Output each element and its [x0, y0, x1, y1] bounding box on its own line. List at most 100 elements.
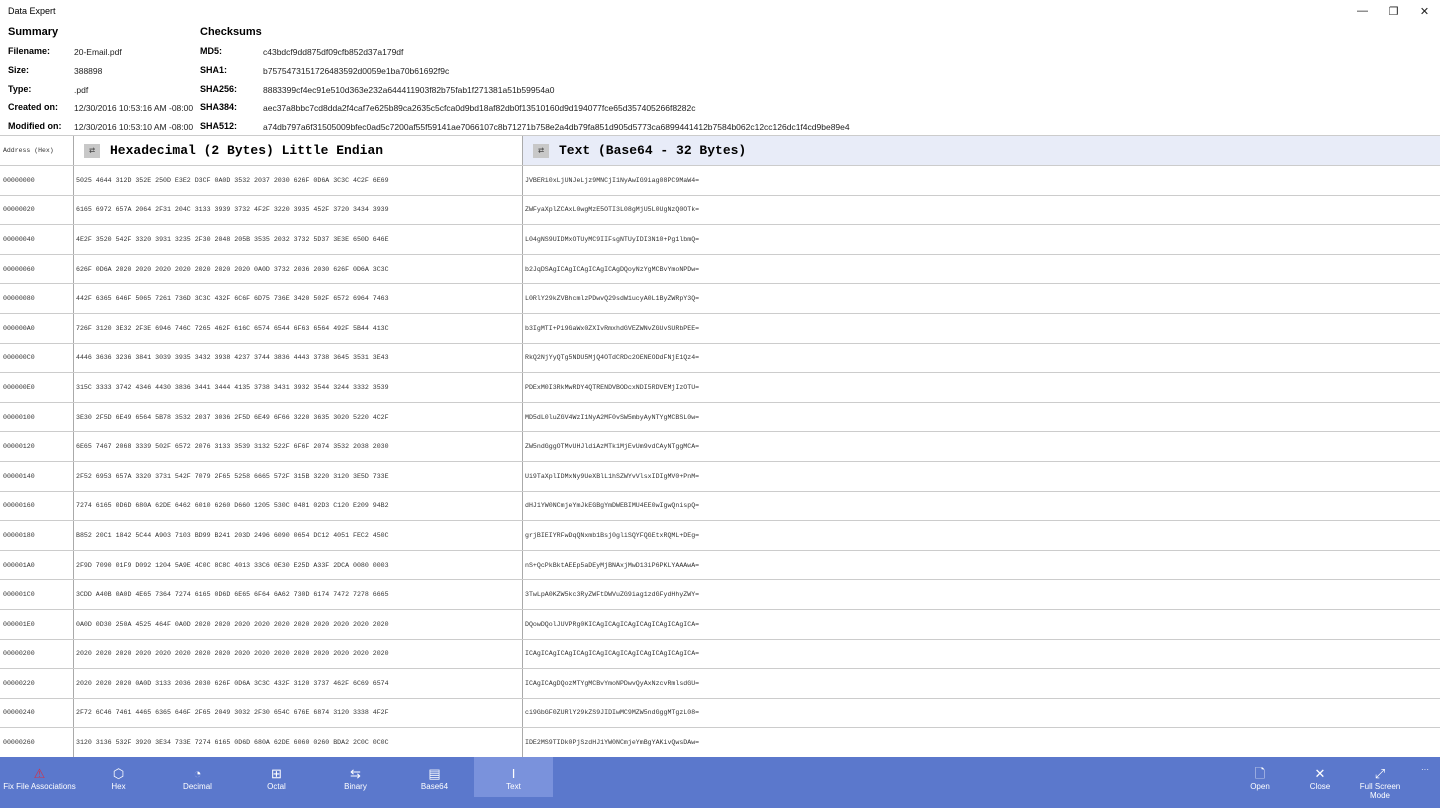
text-cell[interactable]: b2JqDSAgICAgICAgICAgICAgDQoyNzYgMCBvYmoN…	[523, 255, 1440, 284]
text-cell[interactable]: ZW5ndGggOTMvUHJldiAzMTk1MjEvUm9vdCAyNTgg…	[523, 432, 1440, 461]
hex-header-label: Hexadecimal (2 Bytes) Little Endian	[110, 143, 384, 158]
checksum-label: MD5:	[200, 46, 222, 56]
checksum-value[interactable]: aec37a8bbc7cd8dda2f4caf7e625b89ca2635c5c…	[263, 103, 696, 113]
swap-icon[interactable]: ⇄	[84, 143, 100, 158]
hex-button[interactable]: ⬡ Hex	[79, 757, 158, 797]
table-row[interactable]: 00000260 3120 3136 532F 3920 3E34 733E 72…	[0, 728, 1440, 758]
text-cell[interactable]: JVBERi0xLjUNJeLjz9MNCjI1NyAwIG9iag08PC9M…	[523, 166, 1440, 195]
address-cell: 000001E0	[0, 609, 74, 639]
table-row[interactable]: 00000200 2020 2020 2020 2020 2020 2020 20…	[0, 639, 1440, 670]
table-row[interactable]: 000000E0 315C 3333 3742 4346 4430 3836 34…	[0, 373, 1440, 403]
hex-cell[interactable]: 4446 3636 3236 3841 3039 3935 3432 3938 …	[74, 343, 523, 373]
text-cell[interactable]: ICAgICAgDQozMTYgMCBvYmoNPDwvQyAxNzcvRmls…	[523, 669, 1440, 698]
table-row[interactable]: 000001A0 2F9D 7090 01F9 D092 1204 5A9E 4C…	[0, 550, 1440, 581]
summary-value: .pdf	[74, 85, 89, 95]
more-icon: ···	[1421, 765, 1429, 774]
hex-cell[interactable]: 2F9D 7090 01F9 D092 1204 5A9E 4C0C 8C8C …	[74, 550, 523, 580]
hex-cell[interactable]: 3E30 2F5D 6E49 6564 5B78 3532 2037 3036 …	[74, 402, 523, 432]
open-button[interactable]: 🗋 Open	[1230, 757, 1290, 797]
hex-cell[interactable]: 5025 4644 312D 352E 250D E3E2 D3CF 0A0D …	[74, 166, 523, 195]
checksum-value[interactable]: a74db797a6f31505009bfec0ad5c7200af55f591…	[263, 122, 850, 132]
table-row[interactable]: 00000000 5025 4644 312D 352E 250D E3E2 D3…	[0, 166, 1440, 196]
hex-cell[interactable]: 2020 2020 2020 2020 2020 2020 2020 2020 …	[74, 639, 523, 669]
swap-icon[interactable]: ⇄	[533, 143, 549, 158]
hex-cell[interactable]: 0A0D 0D30 250A 4525 464F 0A0D 2020 2020 …	[74, 609, 523, 639]
table-row[interactable]: 00000220 2020 2020 2020 0A0D 3133 2036 20…	[0, 669, 1440, 699]
text-cell[interactable]: b3IgMTI+Pi9GaWx0ZXIvRmxhdGVEZWNvZGUvSURb…	[523, 314, 1440, 343]
hex-cell[interactable]: 2020 2020 2020 0A0D 3133 2036 2030 626F …	[74, 669, 523, 698]
text-button[interactable]: I Text	[474, 757, 553, 797]
full-screen-mode-button[interactable]: ⤢ Full Screen Mode	[1350, 757, 1410, 800]
text-cell[interactable]: L0RlY29kZVBhcmlzPDwvQ29sdW1ucyA0L1ByZWRp…	[523, 284, 1440, 313]
address-cell: 00000180	[0, 521, 74, 550]
command-bar: ⚠ Fix File Associations ⬡ Hex ◔ Decimal ⊞ Octal…	[0, 757, 1440, 808]
cube-icon: ⬡	[112, 766, 125, 781]
table-row[interactable]: 00000120 6E65 7467 2068 3339 502F 6572 20…	[0, 432, 1440, 462]
text-cell[interactable]: dHJ1YW0NCmjeYmJkEGBgYmDWEBIMU4EE0wIgwQni…	[523, 492, 1440, 521]
address-cell: 00000040	[0, 225, 74, 254]
app-title: Data Expert	[8, 6, 56, 16]
pie-chart-icon: ◔	[193, 766, 202, 781]
table-row[interactable]: 00000060 626F 0D6A 2020 2020 2020 2020 20…	[0, 254, 1440, 285]
button-label: Open	[1250, 782, 1270, 791]
text-cell[interactable]: ci9GbGF0ZURlY29kZS9JIDIwMC9MZW5ndGggMTgz…	[523, 699, 1440, 728]
text-cell[interactable]: Ui9TaXplIDMxNy9UeXBlL1hSZWYvVlsxIDIgMV0+…	[523, 462, 1440, 491]
button-label: Base64	[420, 782, 449, 791]
hex-cell[interactable]: 2F52 6953 657A 3320 3731 542F 7079 2F65 …	[74, 461, 523, 491]
hex-cell[interactable]: 315C 3333 3742 4346 4430 3836 3441 3444 …	[74, 373, 523, 402]
table-row[interactable]: 00000100 3E30 2F5D 6E49 6564 5B78 3532 20…	[0, 402, 1440, 433]
table-row[interactable]: 00000020 6165 6972 657A 2064 2F31 204C 31…	[0, 195, 1440, 226]
more-button[interactable]: ···	[1410, 757, 1440, 797]
octal-button[interactable]: ⊞ Octal	[237, 757, 316, 797]
checksum-label: SHA384:	[200, 102, 238, 112]
close-window-button[interactable]: ✕	[1409, 5, 1440, 18]
close-button[interactable]: ✕ Close	[1290, 757, 1350, 797]
minimize-button[interactable]: —	[1347, 5, 1378, 18]
summary-label: Created on:	[8, 102, 59, 112]
hex-cell[interactable]: 6E65 7467 2068 3339 502F 6572 2076 3133 …	[74, 432, 523, 461]
text-cell[interactable]: grjBIEIYRFwDqQNxmb1Bsj0gliSQYFQGEtxRQML+…	[523, 521, 1440, 550]
checksum-label: SHA256:	[200, 84, 238, 94]
text-cell[interactable]: DQowDQolJUVPRg0KICAgICAgICAgICAgICAgICAg…	[523, 610, 1440, 639]
hex-cell[interactable]: 2F72 6C46 7461 4465 6365 646F 2F65 2049 …	[74, 698, 523, 728]
hex-cell[interactable]: 726F 3120 3E32 2F3E 6946 746C 7265 462F …	[74, 313, 523, 343]
hex-cell[interactable]: B852 20C1 1842 5C44 A903 7103 BD99 B241 …	[74, 521, 523, 550]
table-row[interactable]: 00000080 442F 6365 646F 5065 7261 736D 3C…	[0, 284, 1440, 314]
table-row[interactable]: 00000140 2F52 6953 657A 3320 3731 542F 70…	[0, 461, 1440, 492]
text-cell[interactable]: IDE2MS9TIDk0PjSzdHJ1YW0NCmjeYmBgYAKivQws…	[523, 728, 1440, 757]
text-cell[interactable]: PDExM0I3RkMwRDY4QTRENDVBODcxNDI5RDVEMjIz…	[523, 373, 1440, 402]
binary-button[interactable]: ⇆ Binary	[316, 757, 395, 797]
table-row[interactable]: 000001C0 3CDD A40B 0A0D 4E65 7364 7274 61…	[0, 580, 1440, 610]
checksum-value[interactable]: b7575473151726483592d0059e1ba70b61692f9c	[263, 66, 449, 76]
address-cell: 00000200	[0, 639, 74, 669]
table-row[interactable]: 000001E0 0A0D 0D30 250A 4525 464F 0A0D 20…	[0, 609, 1440, 640]
checksum-value[interactable]: 8883399cf4ec91e510d363e232a644411903f82b…	[263, 85, 555, 95]
table-row[interactable]: 00000240 2F72 6C46 7461 4465 6365 646F 2F…	[0, 698, 1440, 729]
decimal-button[interactable]: ◔ Decimal	[158, 757, 237, 797]
text-cell[interactable]: nS+QcPkBktAEEp5aDEyMjBNAxjMwD13iP6PKLYAA…	[523, 551, 1440, 580]
hex-cell[interactable]: 626F 0D6A 2020 2020 2020 2020 2020 2020 …	[74, 254, 523, 284]
hex-cell[interactable]: 6165 6972 657A 2064 2F31 204C 3133 3939 …	[74, 195, 523, 225]
maximize-button[interactable]: ❐	[1378, 5, 1409, 18]
table-row[interactable]: 00000040 4E2F 3520 542F 3320 3931 3235 2F…	[0, 225, 1440, 255]
table-row[interactable]: 00000180 B852 20C1 1842 5C44 A903 7103 BD…	[0, 521, 1440, 551]
text-cell[interactable]: L04gNS9UIDMxOTUyMC9IIFsgNTUyIDI3N10+Pg1l…	[523, 225, 1440, 254]
table-row[interactable]: 00000160 7274 6165 0D6D 680A 62DE 6462 60…	[0, 491, 1440, 522]
hex-cell[interactable]: 4E2F 3520 542F 3320 3931 3235 2F30 2048 …	[74, 225, 523, 254]
text-cell[interactable]: ICAgICAgICAgICAgICAgICAgICAgICAgICAgICAg…	[523, 640, 1440, 669]
table-row[interactable]: 000000C0 4446 3636 3236 3841 3039 3935 34…	[0, 343, 1440, 374]
checksum-value[interactable]: c43bdcf9dd875df09cfb852d37a179df	[263, 47, 403, 57]
table-row[interactable]: 000000A0 726F 3120 3E32 2F3E 6946 746C 72…	[0, 313, 1440, 344]
base64-button[interactable]: ▤ Base64	[395, 757, 474, 797]
text-cell[interactable]: ZWFyaXplZCAxL0wgMzE5OTI3L08gMjU5L0UgNzQ0…	[523, 196, 1440, 225]
hex-cell[interactable]: 3CDD A40B 0A0D 4E65 7364 7274 6165 0D6D …	[74, 580, 523, 609]
text-cell[interactable]: RkQ2NjYyQTg5NDU5MjQ4OTdCRDc2OENEODdFNjE1…	[523, 344, 1440, 373]
text-cell[interactable]: MD5dL0luZGV4WzI1NyA2MF0vSW5mbyAyNTYgMCBS…	[523, 403, 1440, 432]
hex-cell[interactable]: 442F 6365 646F 5065 7261 736D 3C3C 432F …	[74, 284, 523, 313]
fullscreen-icon: ⤢	[1374, 766, 1386, 781]
fix-file-associations-button[interactable]: ⚠ Fix File Associations	[0, 757, 79, 797]
text-cell[interactable]: 3TwLpA0KZW5kc3RyZWFtDWVuZG9iag1zdGFydHhy…	[523, 580, 1440, 609]
hex-column-header: ⇄ Hexadecimal (2 Bytes) Little Endian	[74, 136, 523, 165]
hex-cell[interactable]: 3120 3136 532F 3920 3E34 733E 7274 6165 …	[74, 728, 523, 757]
hex-cell[interactable]: 7274 6165 0D6D 680A 62DE 6462 6010 6260 …	[74, 491, 523, 521]
